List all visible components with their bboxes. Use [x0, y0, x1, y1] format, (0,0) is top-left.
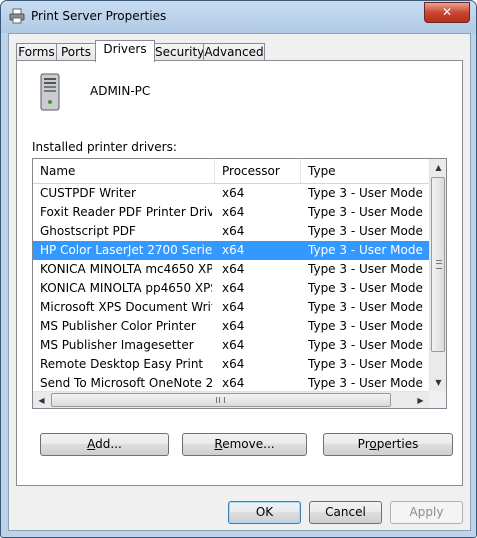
driver-name-cell: MS Publisher Imagesetter	[40, 338, 194, 352]
driver-name-cell: KONICA MINOLTA pp4650 XPS	[40, 281, 212, 295]
server-computer-icon	[40, 73, 60, 111]
driver-row[interactable]: Remote Desktop Easy Print x64 Type 3 - Use…	[33, 355, 429, 374]
driver-processor-cell: x64	[222, 224, 245, 238]
column-header-name[interactable]: Name	[33, 159, 215, 183]
driver-processor-cell: x64	[222, 186, 245, 200]
properties-mnemonic: o	[369, 437, 377, 451]
driver-processor-cell: x64	[222, 243, 245, 257]
window-title: Print Server Properties	[31, 9, 167, 23]
driver-type-cell: Type 3 - User Mode	[308, 281, 423, 295]
scroll-left-icon[interactable]: ◀	[33, 392, 50, 408]
driver-name-cell: Microsoft XPS Document Writer	[40, 300, 212, 314]
driver-row[interactable]: Microsoft XPS Document Writer x64 Type 3 -…	[33, 298, 429, 317]
driver-row[interactable]: Foxit Reader PDF Printer Driver x64 Type 3…	[33, 203, 429, 222]
list-header: Name Processor Type	[33, 159, 429, 184]
driver-type-cell: Type 3 - User Mode	[308, 262, 423, 276]
apply-button[interactable]: Apply	[390, 501, 463, 524]
driver-properties-button[interactable]: Properties	[323, 433, 453, 456]
remove-driver-button[interactable]: Remove...	[182, 433, 307, 456]
drivers-list[interactable]: Name Processor Type CUSTPDF Writer x64 Typ…	[32, 158, 447, 409]
driver-row[interactable]: MS Publisher Color Printer x64 Type 3 - Us…	[33, 317, 429, 336]
properties-label-pre: Pr	[357, 437, 370, 451]
add-driver-button[interactable]: Add...	[40, 433, 169, 456]
column-header-type[interactable]: Type	[301, 159, 429, 183]
tab-ports[interactable]: Ports	[56, 43, 96, 61]
add-label-rest: dd...	[95, 437, 122, 451]
scroll-down-icon[interactable]: ▼	[430, 374, 446, 391]
tab-forms[interactable]: Forms	[16, 43, 57, 61]
close-icon: ✕	[441, 5, 453, 19]
properties-label-rest: perties	[376, 437, 419, 451]
server-name: ADMIN-PC	[90, 84, 151, 98]
driver-row[interactable]: KONICA MINOLTA pp4650 XPS x64 Type 3 - Use…	[33, 279, 429, 298]
drivers-tab-panel: ADMIN-PC Installed printer drivers: Name…	[16, 60, 463, 486]
driver-type-cell: Type 3 - User Mode	[308, 319, 423, 333]
printer-icon	[9, 8, 25, 24]
driver-processor-cell: x64	[222, 319, 245, 333]
driver-row[interactable]: KONICA MINOLTA mc4650 XPS x64 Type 3 - Use…	[33, 260, 429, 279]
vertical-scroll-thumb[interactable]	[431, 177, 445, 352]
driver-type-cell: Type 3 - User Mode	[308, 186, 423, 200]
driver-row[interactable]: MS Publisher Imagesetter x64 Type 3 - User…	[33, 336, 429, 355]
driver-name-cell: MS Publisher Color Printer	[40, 319, 196, 333]
vertical-scrollbar[interactable]: ▲ ▼	[429, 159, 446, 391]
driver-name-cell: CUSTPDF Writer	[40, 186, 136, 200]
driver-type-cell: Type 3 - User Mode	[308, 338, 423, 352]
column-header-processor[interactable]: Processor	[215, 159, 301, 183]
driver-processor-cell: x64	[222, 281, 245, 295]
installed-drivers-label: Installed printer drivers:	[32, 140, 177, 154]
driver-processor-cell: x64	[222, 338, 245, 352]
scroll-up-icon[interactable]: ▲	[430, 159, 446, 176]
driver-type-cell: Type 3 - User Mode	[308, 357, 423, 371]
driver-processor-cell: x64	[222, 300, 245, 314]
driver-row[interactable]: Ghostscript PDF x64 Type 3 - User Mode	[33, 222, 429, 241]
scroll-right-icon[interactable]: ▶	[412, 392, 429, 408]
driver-type-cell: Type 3 - User Mode	[308, 224, 423, 238]
driver-type-cell: Type 3 - User Mode	[308, 205, 423, 219]
driver-name-cell: Remote Desktop Easy Print	[40, 357, 204, 371]
tab-security[interactable]: Security	[154, 43, 204, 61]
driver-name-cell: Foxit Reader PDF Printer Driver	[40, 205, 212, 219]
horizontal-scroll-thumb[interactable]	[51, 393, 391, 407]
driver-type-cell: Type 3 - User Mode	[308, 243, 423, 257]
tab-drivers[interactable]: Drivers	[95, 40, 155, 62]
dialog-client-area: Forms Ports Drivers Security Advanced AD…	[8, 33, 471, 531]
print-server-properties-window: Print Server Properties ✕ Forms Ports Dr…	[0, 0, 477, 538]
driver-type-cell: Type 3 - User Mode	[308, 300, 423, 314]
driver-name-cell: KONICA MINOLTA mc4650 XPS	[40, 262, 212, 276]
cancel-button[interactable]: Cancel	[309, 501, 382, 524]
driver-row[interactable]: HP Color LaserJet 2700 Series P... x64 Typ…	[33, 241, 429, 260]
driver-processor-cell: x64	[222, 205, 245, 219]
horizontal-scrollbar[interactable]: ◀ ▶	[33, 391, 429, 408]
ok-button[interactable]: OK	[228, 501, 301, 524]
remove-label-rest: emove...	[222, 437, 275, 451]
driver-row[interactable]: CUSTPDF Writer x64 Type 3 - User Mode	[33, 184, 429, 203]
scrollbar-corner	[429, 391, 446, 408]
driver-name-cell: HP Color LaserJet 2700 Series P...	[40, 243, 212, 257]
title-bar[interactable]: Print Server Properties ✕	[1, 1, 476, 33]
tab-advanced[interactable]: Advanced	[203, 43, 265, 61]
add-mnemonic: A	[87, 437, 96, 451]
list-rows: CUSTPDF Writer x64 Type 3 - User Mode Foxit…	[33, 184, 429, 408]
driver-processor-cell: x64	[222, 262, 245, 276]
driver-processor-cell: x64	[222, 357, 245, 371]
driver-name-cell: Ghostscript PDF	[40, 224, 136, 238]
close-button[interactable]: ✕	[424, 2, 470, 23]
